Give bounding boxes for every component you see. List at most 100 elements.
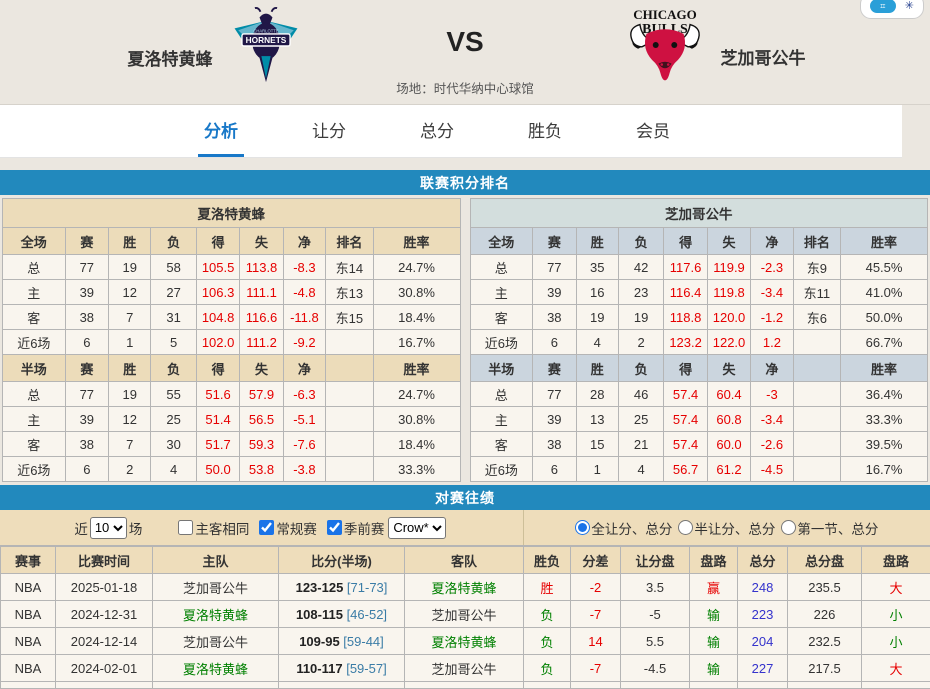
cell: 36.4% (841, 382, 928, 407)
column-header: 胜 (576, 355, 618, 382)
cell: 116.6 (240, 305, 283, 330)
cell (788, 682, 862, 689)
column-header: 全场 (470, 228, 533, 255)
cell: 27 (151, 280, 196, 305)
cell: -2 (571, 574, 621, 601)
preseason-checkbox[interactable] (327, 520, 342, 535)
nav-tabs: 分析 让分 总分 胜负 会员 (0, 105, 902, 158)
q1-line-radio[interactable] (781, 520, 796, 535)
cell: -4.5 (751, 457, 793, 482)
svg-text:CHARLOTTE: CHARLOTTE (253, 29, 278, 34)
cell: -2.3 (751, 255, 793, 280)
partial-row (1, 682, 930, 689)
cell: 35 (576, 255, 618, 280)
cell: 2024-12-14 (56, 628, 153, 655)
tab-总分[interactable]: 总分 (414, 105, 460, 157)
same-venue-checkbox[interactable] (178, 520, 193, 535)
cell (326, 432, 373, 457)
table-row: 总77195551.657.9-6.324.7% (3, 382, 461, 407)
home-standings-table: 夏洛特黄蜂全场赛胜负得失净排名胜率总771958105.5113.8-8.3东1… (2, 198, 461, 482)
cell: 235.5 (788, 574, 862, 601)
share-icon[interactable]: ⌗ (870, 0, 896, 13)
cell (153, 682, 279, 689)
cell: 东9 (793, 255, 840, 280)
cell: -5.1 (283, 407, 325, 432)
recent-count-select[interactable]: 10 (90, 517, 127, 539)
cell: 59.3 (240, 432, 283, 457)
cell (738, 682, 788, 689)
cell: 217.5 (788, 655, 862, 682)
cell (793, 330, 840, 355)
column-header: 盘路 (690, 547, 738, 574)
cell: 104.8 (196, 305, 239, 330)
cell: 77 (65, 255, 108, 280)
tab-让分[interactable]: 让分 (306, 105, 352, 157)
tab-分析[interactable]: 分析 (198, 105, 244, 157)
column-header: 半场 (3, 355, 66, 382)
regular-season-label: 常规赛 (276, 518, 317, 538)
table-caption: 芝加哥公牛 (470, 199, 928, 228)
cell: 6 (533, 330, 576, 355)
cell (405, 682, 524, 689)
cell: 5 (151, 330, 196, 355)
tab-会员[interactable]: 会员 (630, 105, 676, 157)
venue-text: 场地：时代华纳中心球馆 (0, 78, 930, 97)
away-standings-table: 芝加哥公牛全场赛胜负得失净排名胜率总773542117.6119.9-2.3东9… (470, 198, 929, 482)
tab-胜负[interactable]: 胜负 (522, 105, 568, 157)
cell: -4.5 (621, 655, 690, 682)
cell: 16.7% (841, 457, 928, 482)
column-header: 赛事 (1, 547, 56, 574)
full-line-radio[interactable] (575, 520, 590, 535)
column-header: 比分(半场) (279, 547, 405, 574)
column-header: 失 (240, 228, 283, 255)
h2h-filter-row: 近 10 场 主客相同 常规赛 季前赛 Crow* 全让分、总分 半让分、总分 … (0, 510, 930, 546)
column-header (326, 355, 373, 382)
cell: 东15 (326, 305, 373, 330)
cell: 夏洛特黄蜂 (405, 574, 524, 601)
cell: 41.0% (841, 280, 928, 305)
home-team-name: 夏洛特黄蜂 (128, 45, 213, 70)
h2h-table: 赛事比赛时间主队比分(半场)客队胜负分差让分盘盘路总分总分盘盘路NBA2025-… (0, 546, 930, 689)
column-header: 得 (664, 228, 707, 255)
cell: 25 (151, 407, 196, 432)
cell: 大 (862, 574, 930, 601)
company-select[interactable]: Crow* (388, 517, 446, 539)
column-header: 得 (196, 355, 239, 382)
cell: 总 (3, 255, 66, 280)
column-header: 负 (151, 228, 196, 255)
column-header: 失 (240, 355, 283, 382)
column-header: 负 (618, 355, 663, 382)
cell: -3.4 (751, 407, 793, 432)
table-row: NBA2024-12-31夏洛特黄蜂108-115 [46-52]芝加哥公牛负-… (1, 601, 930, 628)
cell: 负 (524, 655, 571, 682)
cell: 33.3% (841, 407, 928, 432)
column-header: 胜率 (841, 228, 928, 255)
column-header: 排名 (326, 228, 373, 255)
cell: 58 (151, 255, 196, 280)
cell: -5 (621, 601, 690, 628)
bookmark-icon[interactable]: ✳ (905, 1, 914, 12)
cell: -9.2 (283, 330, 325, 355)
cell: 122.0 (707, 330, 750, 355)
cell: 4 (151, 457, 196, 482)
cell: 46 (618, 382, 663, 407)
cell: 赢 (690, 574, 738, 601)
cell: NBA (1, 628, 56, 655)
cell: 117.6 (664, 255, 707, 280)
cell (793, 382, 840, 407)
regular-season-checkbox[interactable] (259, 520, 274, 535)
cell: 105.5 (196, 255, 239, 280)
table-row: 总77284657.460.4-336.4% (470, 382, 928, 407)
cell: 2024-02-01 (56, 655, 153, 682)
cell: 东6 (793, 305, 840, 330)
cell: 东14 (326, 255, 373, 280)
cell: 2024-12-31 (56, 601, 153, 628)
cell: 38 (65, 305, 108, 330)
half-line-radio[interactable] (678, 520, 693, 535)
cell: 60.0 (707, 432, 750, 457)
cell: 小 (862, 628, 930, 655)
cell: 输 (690, 628, 738, 655)
cell: 118.8 (664, 305, 707, 330)
cell: 12 (109, 407, 151, 432)
header-row: 全场赛胜负得失净排名胜率 (470, 228, 928, 255)
